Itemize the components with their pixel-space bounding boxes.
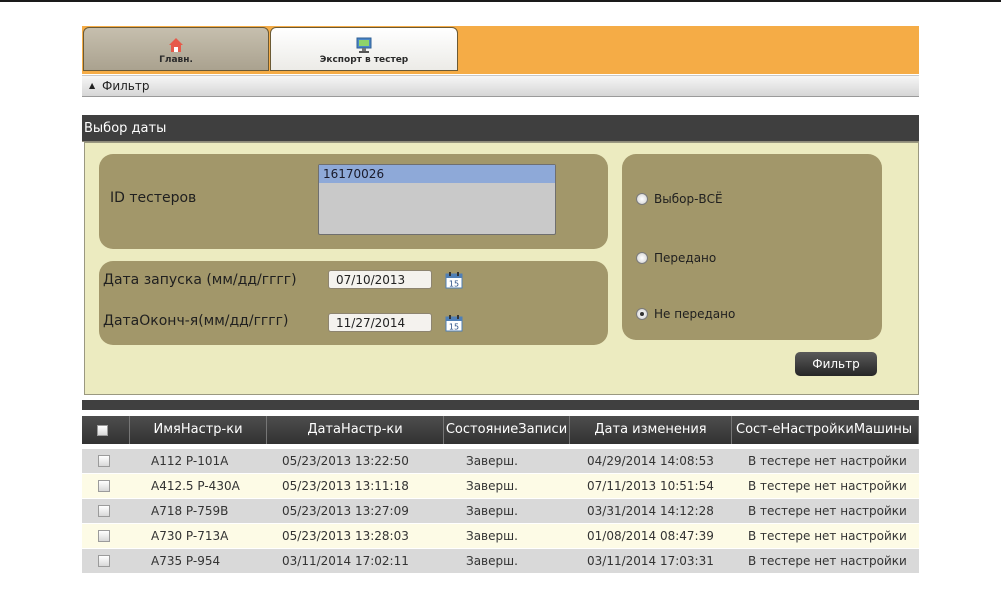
- export-monitor-icon: [356, 37, 372, 53]
- cell-machine-state: В тестере нет настройки: [748, 479, 907, 493]
- cell-machine-state: В тестере нет настройки: [748, 454, 907, 468]
- tester-ids-group: ID тестеров 16170026: [99, 154, 608, 249]
- cell-setup-date: 05/23/2013 13:27:09: [282, 504, 409, 518]
- cell-modified-date: 03/31/2014 14:12:28: [587, 504, 714, 518]
- header-checkbox-cell: [82, 416, 130, 444]
- cell-modified-date: 04/29/2014 14:08:53: [587, 454, 714, 468]
- table-row[interactable]: A412.5 P-430A 05/23/2013 13:11:18 Заверш. 0…: [82, 474, 919, 498]
- cell-record-state: Заверш.: [466, 479, 518, 493]
- cell-setup-date: 05/23/2013 13:28:03: [282, 529, 409, 543]
- transfer-status-group: Выбор-ВСЁ Передано Не передано: [622, 154, 882, 340]
- grid-header: ИмяНастр-ки ДатаНастр-ки СостояниеЗаписи…: [82, 416, 919, 444]
- start-date-label: Дата запуска (мм/дд/гггг): [103, 272, 297, 288]
- tab-export-label: Экспорт в тестер: [319, 55, 409, 65]
- row-checkbox[interactable]: [98, 555, 110, 567]
- collapse-arrow-icon[interactable]: ▲: [89, 76, 95, 96]
- radio-sent-dot[interactable]: [636, 252, 648, 264]
- table-row[interactable]: A735 P-954 03/11/2014 17:02:11 Заверш. 03/1…: [82, 549, 919, 573]
- row-checkbox[interactable]: [98, 530, 110, 542]
- filter-expander[interactable]: ▲ Фильтр: [82, 75, 919, 97]
- cell-setup-name: A112 P-101A: [151, 454, 229, 468]
- svg-text:15: 15: [449, 280, 459, 289]
- column-header-machine-state[interactable]: Сост-еНастройкиМашины: [732, 416, 919, 444]
- table-row[interactable]: A718 P-759B 05/23/2013 13:27:09 Заверш. 03/…: [82, 499, 919, 523]
- cell-modified-date: 07/11/2013 10:51:54: [587, 479, 714, 493]
- cell-setup-name: A718 P-759B: [151, 504, 229, 518]
- column-header-setup-name[interactable]: ИмяНастр-ки: [130, 416, 267, 444]
- cell-record-state: Заверш.: [466, 504, 518, 518]
- start-date-input[interactable]: 07/10/2013: [328, 270, 432, 289]
- row-checkbox[interactable]: [98, 505, 110, 517]
- tester-ids-label: ID тестеров: [110, 190, 197, 206]
- cell-machine-state: В тестере нет настройки: [748, 529, 907, 543]
- cell-record-state: Заверш.: [466, 454, 518, 468]
- cell-modified-date: 01/08/2014 08:47:39: [587, 529, 714, 543]
- select-all-checkbox[interactable]: [97, 425, 108, 436]
- tab-home[interactable]: Главн.: [83, 27, 269, 71]
- end-date-input[interactable]: 11/27/2014: [328, 313, 432, 332]
- end-date-label: ДатаОконч-я(мм/дд/гггг): [103, 313, 289, 329]
- radio-not-sent[interactable]: Не передано: [636, 307, 735, 321]
- radio-not-sent-dot[interactable]: [636, 308, 648, 320]
- cell-machine-state: В тестере нет настройки: [748, 554, 907, 568]
- app-window: Главн. Экспорт в тестер ▲ Фильтр Выбор д…: [82, 26, 919, 605]
- column-header-record-state[interactable]: СостояниеЗаписи: [444, 416, 570, 444]
- column-header-setup-date[interactable]: ДатаНастр-ки: [267, 416, 444, 444]
- filter-expander-label: Фильтр: [102, 79, 150, 93]
- svg-text:15: 15: [449, 323, 459, 332]
- radio-sent[interactable]: Передано: [636, 251, 716, 265]
- row-checkbox[interactable]: [98, 480, 110, 492]
- filter-button[interactable]: Фильтр: [795, 352, 877, 376]
- cell-modified-date: 03/11/2014 17:03:31: [587, 554, 714, 568]
- table-row[interactable]: A112 P-101A 05/23/2013 13:22:50 Заверш. 04/…: [82, 449, 919, 473]
- end-calendar-icon[interactable]: 15: [445, 314, 463, 332]
- row-checkbox[interactable]: [98, 455, 110, 467]
- start-calendar-icon[interactable]: 15: [445, 271, 463, 289]
- tester-id-item[interactable]: 16170026: [319, 165, 555, 183]
- tester-ids-listbox[interactable]: 16170026: [318, 164, 556, 235]
- date-filter-panel: ID тестеров 16170026 Дата запуска (мм/дд…: [84, 142, 919, 395]
- radio-sent-label: Передано: [654, 251, 717, 265]
- cell-setup-name: A412.5 P-430A: [151, 479, 240, 493]
- radio-select-all-dot[interactable]: [636, 193, 648, 205]
- grid-splitter: [82, 400, 919, 410]
- cell-setup-name: A735 P-954: [151, 554, 221, 568]
- column-header-modified-date[interactable]: Дата изменения: [570, 416, 732, 444]
- date-range-group: Дата запуска (мм/дд/гггг) 07/10/2013 15 …: [99, 261, 608, 345]
- table-row[interactable]: A730 P-713A 05/23/2013 13:28:03 Заверш. 01/…: [82, 524, 919, 548]
- cell-record-state: Заверш.: [466, 554, 518, 568]
- radio-select-all[interactable]: Выбор-ВСЁ: [636, 192, 723, 206]
- tab-export-to-tester[interactable]: Экспорт в тестер: [270, 27, 458, 71]
- top-border: [0, 0, 1001, 2]
- radio-select-all-label: Выбор-ВСЁ: [654, 192, 723, 206]
- date-panel-title: Выбор даты: [82, 115, 919, 142]
- home-icon: [169, 38, 183, 52]
- radio-not-sent-label: Не передано: [654, 307, 736, 321]
- cell-setup-date: 05/23/2013 13:22:50: [282, 454, 409, 468]
- cell-machine-state: В тестере нет настройки: [748, 504, 907, 518]
- cell-setup-date: 05/23/2013 13:11:18: [282, 479, 409, 493]
- cell-setup-date: 03/11/2014 17:02:11: [282, 554, 409, 568]
- cell-setup-name: A730 P-713A: [151, 529, 229, 543]
- cell-record-state: Заверш.: [466, 529, 518, 543]
- tab-bar: Главн. Экспорт в тестер: [82, 26, 919, 74]
- tab-home-label: Главн.: [159, 55, 193, 65]
